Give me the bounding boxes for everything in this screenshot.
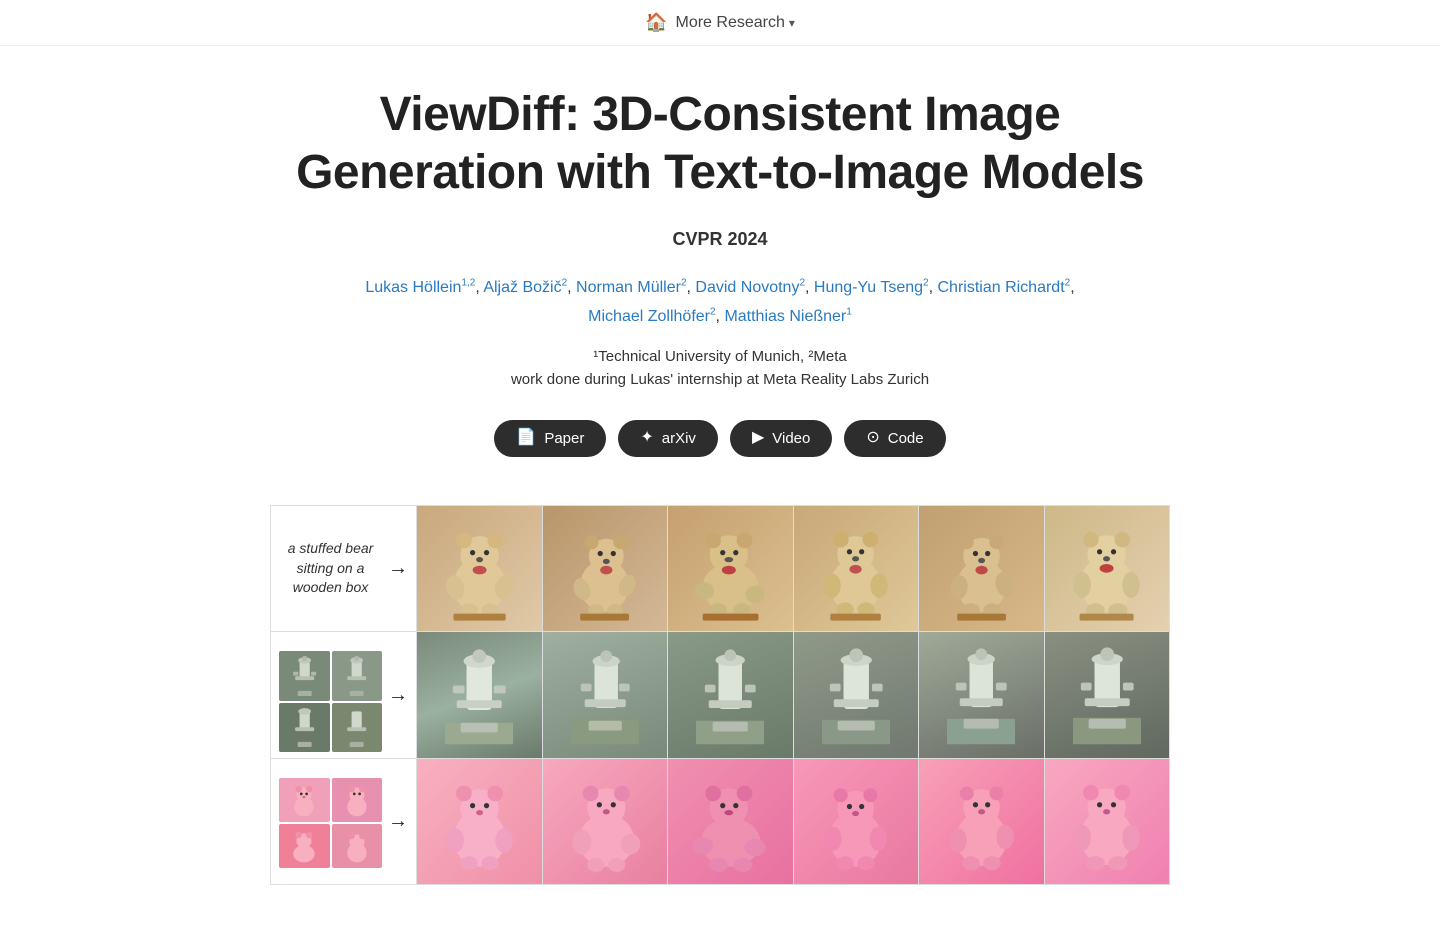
author-norman[interactable]: Norman Müller2	[576, 279, 686, 296]
author-aljaz[interactable]: Aljaž Božič2	[483, 279, 567, 296]
pink-bear-image-2	[542, 759, 668, 885]
main-content: ViewDiff: 3D-Consistent Image Generation…	[270, 46, 1170, 457]
video-icon: ▶	[752, 430, 764, 446]
grid-row-pink-bear: →	[271, 759, 1169, 885]
author-christian[interactable]: Christian Richardt2	[937, 279, 1070, 296]
affiliations: ¹Technical University of Munich, ²Meta	[290, 348, 1150, 365]
code-label: Code	[888, 430, 924, 447]
more-research-label: More Research	[676, 14, 785, 32]
code-button[interactable]: ⊙ Code	[844, 420, 945, 457]
pink-bear-image-6	[1044, 759, 1170, 885]
paper-label: Paper	[544, 430, 584, 447]
bear-image-6	[1044, 506, 1170, 632]
bear-images	[416, 506, 1169, 632]
arxiv-label: arXiv	[662, 430, 696, 447]
chevron-down-icon: ▾	[789, 16, 795, 30]
demo-section: a stuffed bear sitting on a wooden box →	[0, 505, 1440, 925]
pink-bear-image-4	[793, 759, 919, 885]
code-icon: ⊙	[866, 430, 879, 446]
row-label-hydrant: →	[271, 632, 416, 758]
grid-container: a stuffed bear sitting on a wooden box →	[270, 505, 1170, 886]
pink-bear-image-1	[416, 759, 542, 885]
pink-bear-image-5	[918, 759, 1044, 885]
internship-note: work done during Lukas' internship at Me…	[290, 371, 1150, 388]
action-buttons: 📄 Paper ✦ arXiv ▶ Video ⊙ Code	[290, 420, 1150, 457]
authors-list: Lukas Höllein1,2, Aljaž Božič2, Norman M…	[290, 274, 1150, 332]
paper-title: ViewDiff: 3D-Consistent Image Generation…	[290, 86, 1150, 201]
navbar: 🏠 More Research ▾	[0, 0, 1440, 46]
bear-image-1	[416, 506, 542, 632]
arxiv-icon: ✦	[640, 430, 653, 446]
row-label-pink-bear: →	[271, 759, 416, 885]
author-hung-yu[interactable]: Hung-Yu Tseng2	[814, 279, 929, 296]
hydrant-image-6	[1044, 632, 1170, 758]
hydrant-image-5	[918, 632, 1044, 758]
arxiv-button[interactable]: ✦ arXiv	[618, 420, 718, 457]
video-button[interactable]: ▶ Video	[730, 420, 832, 457]
author-david[interactable]: David Novotny2	[695, 279, 805, 296]
paper-icon: 📄	[516, 430, 536, 446]
arrow-pink-bear: →	[388, 810, 408, 833]
hydrant-images	[416, 632, 1169, 758]
hydrant-image-3	[667, 632, 793, 758]
hydrant-image-4	[793, 632, 919, 758]
bear-image-3	[667, 506, 793, 632]
grid-row-bear: a stuffed bear sitting on a wooden box →	[271, 506, 1169, 633]
home-icon[interactable]: 🏠	[645, 12, 667, 33]
image-grid: a stuffed bear sitting on a wooden box →	[270, 505, 1170, 886]
pink-bear-images	[416, 759, 1169, 885]
arrow-hydrant: →	[388, 684, 408, 707]
grid-row-hydrant: →	[271, 632, 1169, 759]
row-label-bear: a stuffed bear sitting on a wooden box →	[271, 506, 416, 632]
paper-button[interactable]: 📄 Paper	[494, 420, 606, 457]
bear-image-5	[918, 506, 1044, 632]
hydrant-image-2	[542, 632, 668, 758]
arrow-bear: →	[388, 557, 408, 580]
bear-image-4	[793, 506, 919, 632]
hydrant-image-1	[416, 632, 542, 758]
more-research-dropdown[interactable]: More Research ▾	[676, 14, 795, 32]
video-label: Video	[772, 430, 810, 447]
author-matthias[interactable]: Matthias Nießner1	[724, 308, 851, 325]
pink-bear-image-3	[667, 759, 793, 885]
row-label-text-bear: a stuffed bear sitting on a wooden box	[279, 539, 382, 598]
bear-image-2	[542, 506, 668, 632]
author-michael[interactable]: Michael Zollhöfer2	[588, 308, 715, 325]
conference-badge: CVPR 2024	[290, 229, 1150, 250]
author-lukas[interactable]: Lukas Höllein1,2	[365, 279, 475, 296]
